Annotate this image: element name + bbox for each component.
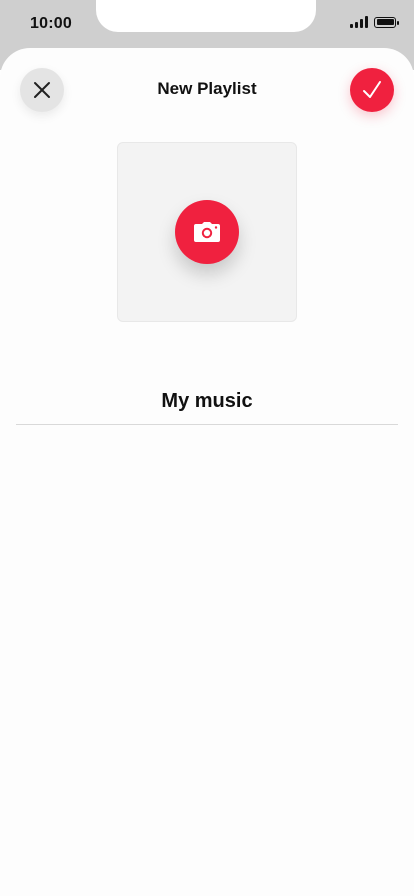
playlist-name-field[interactable]: My music — [0, 390, 414, 413]
add-photo-button[interactable] — [175, 200, 239, 264]
cellular-signal-icon — [350, 16, 368, 28]
playlist-artwork-placeholder[interactable] — [117, 142, 297, 322]
device-screen: 10:00 New Playlist My music — [0, 0, 414, 896]
camera-icon — [194, 222, 220, 242]
status-icons — [350, 16, 399, 28]
done-button[interactable] — [350, 68, 394, 112]
name-field-underline — [16, 424, 398, 425]
notch — [96, 0, 316, 32]
new-playlist-sheet: New Playlist My music — [0, 48, 414, 896]
checkmark-icon — [363, 81, 381, 98]
status-time: 10:00 — [30, 15, 72, 32]
battery-icon — [374, 16, 399, 28]
